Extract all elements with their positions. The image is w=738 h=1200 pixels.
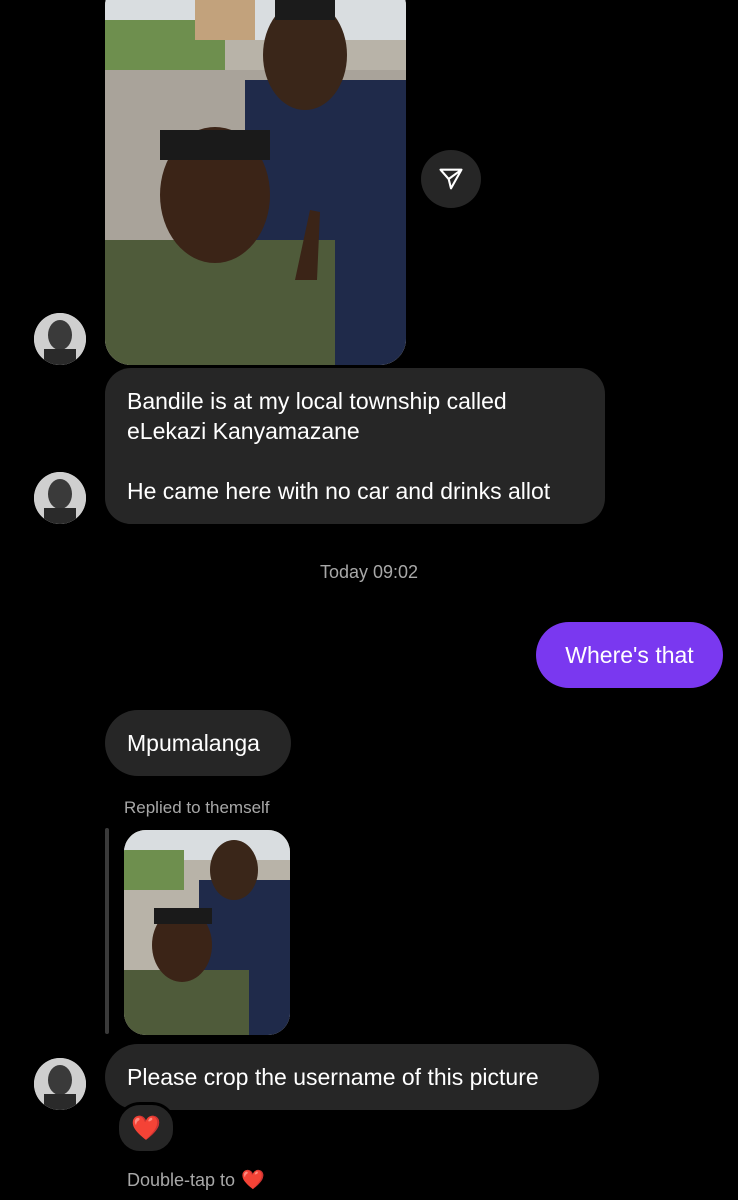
message-text: He came here with no car and drinks allo…	[127, 478, 551, 504]
shared-photo[interactable]	[105, 0, 406, 365]
message-timestamp: Today 09:02	[319, 562, 419, 582]
avatar-image	[34, 472, 86, 524]
photo-illustration	[124, 830, 290, 1035]
message-text: Bandile is at my local township called	[127, 388, 507, 414]
sent-message-bubble[interactable]: Where's that	[536, 622, 723, 688]
share-button[interactable]	[421, 150, 481, 208]
reply-indicator-bar	[105, 828, 109, 1034]
message-bubble[interactable]: Bandile is at my local township called e…	[105, 368, 605, 524]
double-tap-hint: Double-tap to ❤️	[127, 1168, 265, 1192]
paper-plane-icon	[439, 168, 463, 190]
heart-icon: ❤️	[241, 1170, 265, 1191]
message-text: eLekazi Kanyamazane	[127, 418, 360, 444]
hint-text: Double-tap to	[127, 1169, 236, 1190]
avatar[interactable]	[34, 313, 86, 365]
message-bubble[interactable]: Please crop the username of this picture	[105, 1044, 599, 1110]
photo-illustration	[105, 0, 406, 365]
heart-reaction[interactable]: ❤️	[116, 1102, 176, 1154]
avatar[interactable]	[34, 1058, 86, 1110]
replied-photo[interactable]	[124, 830, 290, 1035]
message-bubble[interactable]: Mpumalanga	[105, 710, 291, 776]
replied-label: Replied to themself	[124, 798, 270, 817]
heart-icon: ❤️	[131, 1114, 161, 1142]
avatar-image	[34, 313, 86, 365]
avatar-image	[34, 1058, 86, 1110]
avatar[interactable]	[34, 472, 86, 524]
